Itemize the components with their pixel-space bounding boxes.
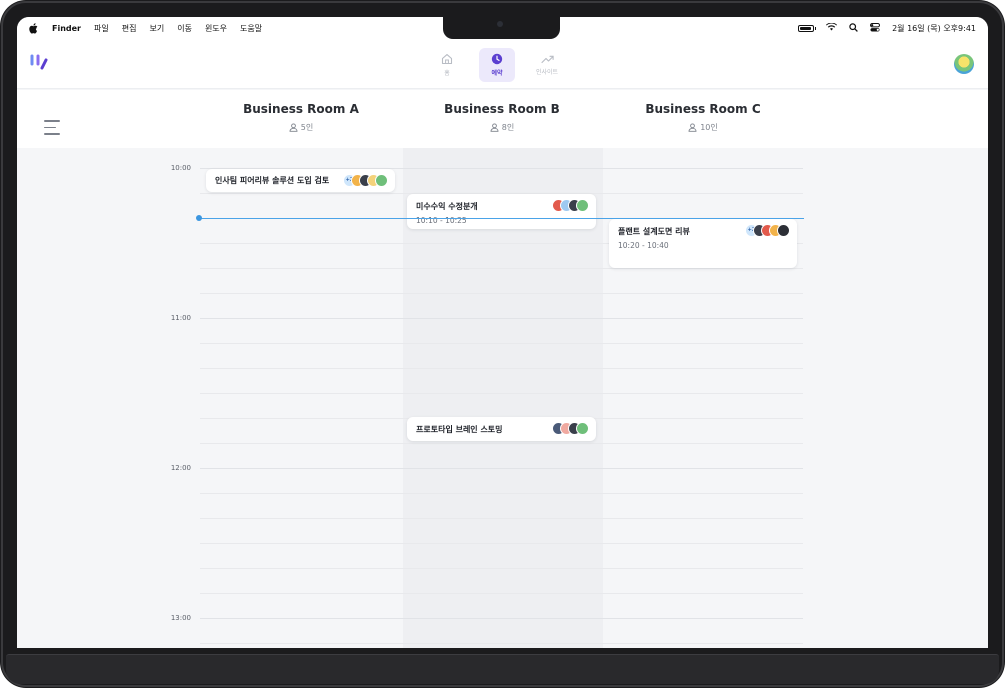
hour-line xyxy=(200,618,803,619)
nav-insight[interactable]: 인사이트 xyxy=(529,48,565,82)
room-b-header[interactable]: Business Room B 8인 xyxy=(407,102,597,133)
room-name: Business Room A xyxy=(243,102,359,116)
attendee-avatars: +2 xyxy=(343,174,388,187)
menu-go[interactable]: 이동 xyxy=(177,23,192,34)
attendee-avatar xyxy=(576,422,589,435)
menu-help[interactable]: 도움말 xyxy=(240,23,262,34)
attendee-avatars xyxy=(552,422,589,435)
menubar-datetime[interactable]: 2월 16일 (목) 오후9:41 xyxy=(892,23,976,34)
room-a-header[interactable]: Business Room A 5인 xyxy=(206,102,396,133)
room-capacity: 5인 xyxy=(206,122,396,133)
nav-reservation-label: 예약 xyxy=(491,70,503,77)
room-capacity-value: 8인 xyxy=(501,123,515,132)
time-label: 13:00 xyxy=(170,614,191,622)
room-name: Business Room C xyxy=(645,102,761,116)
person-icon xyxy=(289,123,298,132)
time-label: 10:00 xyxy=(170,164,191,172)
room-capacity-value: 10인 xyxy=(700,123,718,132)
attendee-avatar xyxy=(576,199,589,212)
menu-edit[interactable]: 편집 xyxy=(122,23,137,34)
slot-line xyxy=(200,293,803,294)
time-label: 12:00 xyxy=(170,464,191,472)
wifi-icon[interactable] xyxy=(826,22,838,33)
battery-icon[interactable] xyxy=(798,24,817,32)
main-nav: 홈 예약 인사이트 xyxy=(429,48,565,82)
rooms-header: Business Room A 5인 Business Room B 8인 Bu… xyxy=(17,90,988,148)
current-time-line xyxy=(200,218,804,219)
hamburger-menu-icon[interactable] xyxy=(44,120,60,140)
screen: Finder 파일 편집 보기 이동 윈도우 도움말 2월 16일 (목) 오후… xyxy=(17,17,988,648)
menu-finder[interactable]: Finder xyxy=(52,24,81,33)
slot-line xyxy=(200,643,803,644)
app-logo-icon[interactable] xyxy=(29,53,51,73)
slot-line xyxy=(200,343,803,344)
current-time-dot xyxy=(196,215,202,221)
slot-line xyxy=(200,493,803,494)
user-avatar[interactable] xyxy=(954,54,974,74)
home-icon xyxy=(441,54,453,65)
event-time: 10:20 - 10:40 xyxy=(618,241,669,250)
nav-insight-label: 인사이트 xyxy=(535,69,559,76)
nav-home-label: 홈 xyxy=(444,70,450,77)
event-card[interactable]: 플랜트 설계도면 리뷰 10:20 - 10:40 +2 xyxy=(609,219,797,268)
laptop-frame: Finder 파일 편집 보기 이동 윈도우 도움말 2월 16일 (목) 오후… xyxy=(0,0,1005,688)
event-card[interactable]: 인사팀 피어리뷰 솔루션 도입 검토 +2 xyxy=(206,169,395,192)
slot-line xyxy=(200,568,803,569)
nav-reservation[interactable]: 예약 xyxy=(479,48,515,82)
slot-line xyxy=(200,268,803,269)
room-c-header[interactable]: Business Room C 10인 xyxy=(608,102,798,133)
room-capacity: 10인 xyxy=(608,122,798,133)
slot-line xyxy=(200,443,803,444)
room-capacity: 8인 xyxy=(407,122,597,133)
attendee-avatars: +2 xyxy=(745,224,790,237)
clock-icon xyxy=(491,53,503,65)
slot-line xyxy=(200,393,803,394)
attendee-avatar xyxy=(375,174,388,187)
room-capacity-value: 5인 xyxy=(300,123,314,132)
event-card[interactable]: 미수수익 수정분개 10:10 - 10:25 xyxy=(407,194,596,229)
slot-line xyxy=(200,593,803,594)
apple-menu-icon[interactable] xyxy=(28,22,39,34)
menu-view[interactable]: 보기 xyxy=(149,23,164,34)
laptop-base xyxy=(6,654,999,684)
person-icon xyxy=(688,123,697,132)
control-center-icon[interactable] xyxy=(870,22,881,34)
camera-notch xyxy=(443,17,560,39)
hour-line xyxy=(200,318,803,319)
trend-up-icon xyxy=(540,55,554,64)
person-icon xyxy=(490,123,499,132)
hour-line xyxy=(200,468,803,469)
menu-file[interactable]: 파일 xyxy=(94,23,109,34)
event-card[interactable]: 프로토타입 브레인 스토밍 xyxy=(407,417,596,441)
slot-line xyxy=(200,543,803,544)
nav-home[interactable]: 홈 xyxy=(429,48,465,82)
schedule-grid[interactable]: 10:00 11:00 12:00 13:00 인사팀 피어리뷰 솔루션 도입 … xyxy=(17,148,988,648)
slot-line xyxy=(200,518,803,519)
attendee-avatar xyxy=(777,224,790,237)
slot-line xyxy=(200,368,803,369)
app-header: 홈 예약 인사이트 xyxy=(17,39,988,89)
spotlight-search-icon[interactable] xyxy=(849,22,858,34)
room-name: Business Room B xyxy=(444,102,560,116)
attendee-avatars xyxy=(552,199,589,212)
camera-icon xyxy=(497,21,503,27)
time-label: 11:00 xyxy=(170,314,191,322)
menu-window[interactable]: 윈도우 xyxy=(205,23,227,34)
